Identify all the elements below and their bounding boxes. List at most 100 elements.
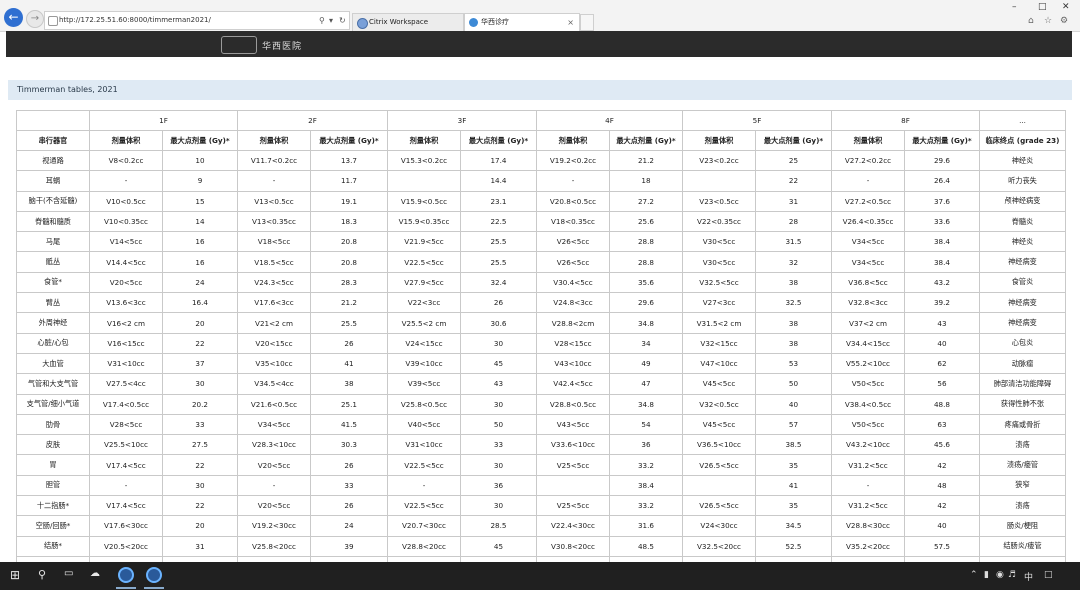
cloud-icon[interactable]: ☁ <box>90 568 100 579</box>
dose-volume-cell: V43.2<10cc <box>831 434 905 456</box>
volume-icon[interactable]: ♬ <box>1008 570 1016 580</box>
notification-icon[interactable]: □ <box>1044 570 1053 580</box>
max-dose-cell: 50 <box>755 373 832 395</box>
dose-volume-cell <box>682 170 756 192</box>
minimize-icon[interactable]: – <box>1012 2 1017 12</box>
search-icon[interactable]: ⚲ <box>38 568 46 581</box>
dose-volume-cell: V25<5cc <box>536 454 610 476</box>
dose-volume-cell: V39<5cc <box>387 373 461 395</box>
dose-volume-cell: V34.4<15cc <box>831 332 905 354</box>
search-icon[interactable]: ⚲ <box>319 12 325 29</box>
star-icon[interactable]: ☆ <box>1044 16 1052 26</box>
home-icon[interactable]: ⌂ <box>1028 16 1034 26</box>
max-dose-cell: 26 <box>310 332 388 354</box>
dose-volume-cell: V43<10cc <box>536 352 610 375</box>
windows-start-icon[interactable]: ⊞ <box>10 568 20 582</box>
max-dose-cell: 38.4 <box>904 231 980 253</box>
task-view-icon[interactable]: ▭ <box>64 568 73 579</box>
timmerman-table: 1F 2F 3F 4F 5F 8F ... 串行器官 剂量体积 最大点剂量 (Gy)… <box>16 110 1066 562</box>
dose-volume-cell: V27<3cc <box>682 292 756 314</box>
dose-volume-cell: V20.8<0.5cc <box>536 190 610 212</box>
page-icon <box>48 16 58 26</box>
dose-volume-cell: V27.9<5cc <box>387 271 461 294</box>
ie-browser-icon[interactable] <box>146 567 162 583</box>
dose-volume-cell: V17.6<30cc <box>89 515 163 537</box>
tab-citrix[interactable]: Citrix Workspace <box>352 13 464 31</box>
dose-volume-cell: V21.9<5cc <box>387 231 461 253</box>
forward-button[interactable]: → <box>26 10 44 28</box>
network-icon[interactable]: ◉ <box>996 570 1004 580</box>
max-dose-cell: 28.5 <box>460 515 537 537</box>
organ-cell: 臂丛 <box>16 292 90 314</box>
table-row: 臂丛 V13.6<3cc 16.4 V17.6<3cc 21.2 V22<3cc 26 V24… <box>16 292 1066 314</box>
tab-label: 华西诊疗 <box>481 18 509 26</box>
dose-volume-cell: V24.3<5cc <box>237 271 311 294</box>
organ-cell: 支气管/细小气道 <box>16 393 90 415</box>
organ-cell: 结肠* <box>16 535 90 557</box>
input-language[interactable]: 中 <box>1024 570 1033 583</box>
max-dose-cell: 21.2 <box>609 149 683 172</box>
dose-volume-cell: V34<5cc <box>831 231 905 253</box>
max-dose-cell: 47 <box>609 373 683 395</box>
dose-volume-cell: V43<5cc <box>536 413 610 436</box>
max-point-dose-header: 最大点剂量 (Gy)* <box>904 130 980 151</box>
dose-volume-cell: V32<0.5cc <box>682 393 756 415</box>
max-dose-cell: 30 <box>460 332 537 354</box>
max-dose-cell: 31 <box>755 190 832 212</box>
organ-cell: 耳蜗 <box>16 170 90 192</box>
battery-icon[interactable]: ▮ <box>984 570 989 580</box>
dropdown-icon[interactable]: ▾ <box>329 12 333 29</box>
refresh-icon[interactable]: ↻ <box>339 12 346 29</box>
endpoint-cell: 溃疡 <box>979 495 1066 517</box>
endpoint-cell: 神经病变 <box>979 251 1066 273</box>
endpoint-cell: 颅神经病变 <box>979 190 1066 212</box>
tab-huaxi[interactable]: 华西诊疗 × <box>464 13 580 31</box>
new-tab-button[interactable] <box>580 14 594 31</box>
max-dose-cell: 14 <box>162 210 238 233</box>
close-tab-icon[interactable]: × <box>567 14 574 31</box>
max-dose-cell: 45.6 <box>904 434 980 456</box>
dose-volume-cell: V26.5<5cc <box>682 495 756 517</box>
table-row: 大血管 V31<10cc 37 V35<10cc 41 V39<10cc 45 V43<10c… <box>16 352 1066 375</box>
close-window-icon[interactable]: ✕ <box>1062 2 1070 12</box>
chevron-up-icon[interactable]: ⌃ <box>970 570 978 580</box>
organ-cell: 心脏/心包 <box>16 332 90 354</box>
organ-cell: 大血管 <box>16 352 90 375</box>
ie-browser-icon[interactable] <box>118 567 134 583</box>
site-icon <box>469 18 478 27</box>
max-dose-cell: 34.8 <box>609 393 683 415</box>
dose-volume-cell: V13.6<3cc <box>89 292 163 314</box>
maximize-icon[interactable]: □ <box>1038 2 1047 12</box>
organ-cell: 空肠/回肠* <box>16 515 90 537</box>
gear-icon[interactable]: ⚙ <box>1060 16 1068 26</box>
max-dose-cell: 24 <box>162 271 238 294</box>
max-dose-cell: 18.3 <box>310 210 388 233</box>
dose-volume-cell: V10<0.5cc <box>89 190 163 212</box>
dose-volume-cell: V36.8<5cc <box>831 271 905 294</box>
taskbar: ⊞ ⚲ ▭ ☁ ⌃ ▮ ◉ ♬ 中 □ <box>0 562 1080 590</box>
address-bar[interactable]: http://172.25.51.60:8000/timmerman2021/ … <box>44 11 350 30</box>
dose-volume-cell: V17.6<3cc <box>237 292 311 314</box>
max-dose-cell: 57 <box>755 413 832 436</box>
max-dose-cell: 38 <box>755 312 832 334</box>
max-point-dose-header: 最大点剂量 (Gy)* <box>310 130 388 151</box>
max-dose-cell: 33 <box>162 413 238 436</box>
page-title: Timmerman tables, 2021 <box>17 85 118 94</box>
url-text[interactable]: http://172.25.51.60:8000/timmerman2021/ <box>59 12 211 29</box>
max-dose-cell: 57.5 <box>904 535 980 557</box>
dose-volume-cell: V33.6<10cc <box>536 434 610 456</box>
table-row: 外周神经 V16<2 cm 20 V21<2 cm 25.5 V25.5<2 cm 30.6… <box>16 312 1066 334</box>
dose-volume-cell <box>682 474 756 497</box>
dose-volume-cell: V31.2<5cc <box>831 495 905 517</box>
back-button[interactable]: ← <box>4 8 23 27</box>
dose-volume-cell: V25.8<0.5cc <box>387 393 461 415</box>
timmerman-table-container: 1F 2F 3F 4F 5F 8F ... 串行器官 剂量体积 最大点剂量 (Gy)… <box>16 110 1066 562</box>
max-dose-cell: 35.6 <box>609 271 683 294</box>
dose-volume-cell: - <box>831 474 905 497</box>
max-dose-cell: 30 <box>162 474 238 497</box>
dose-volume-cell: V28.8<2cm <box>536 312 610 334</box>
max-dose-cell: 50 <box>460 413 537 436</box>
max-dose-cell: 29.6 <box>609 292 683 314</box>
max-dose-cell: 18 <box>609 170 683 192</box>
max-dose-cell: 40 <box>904 515 980 537</box>
